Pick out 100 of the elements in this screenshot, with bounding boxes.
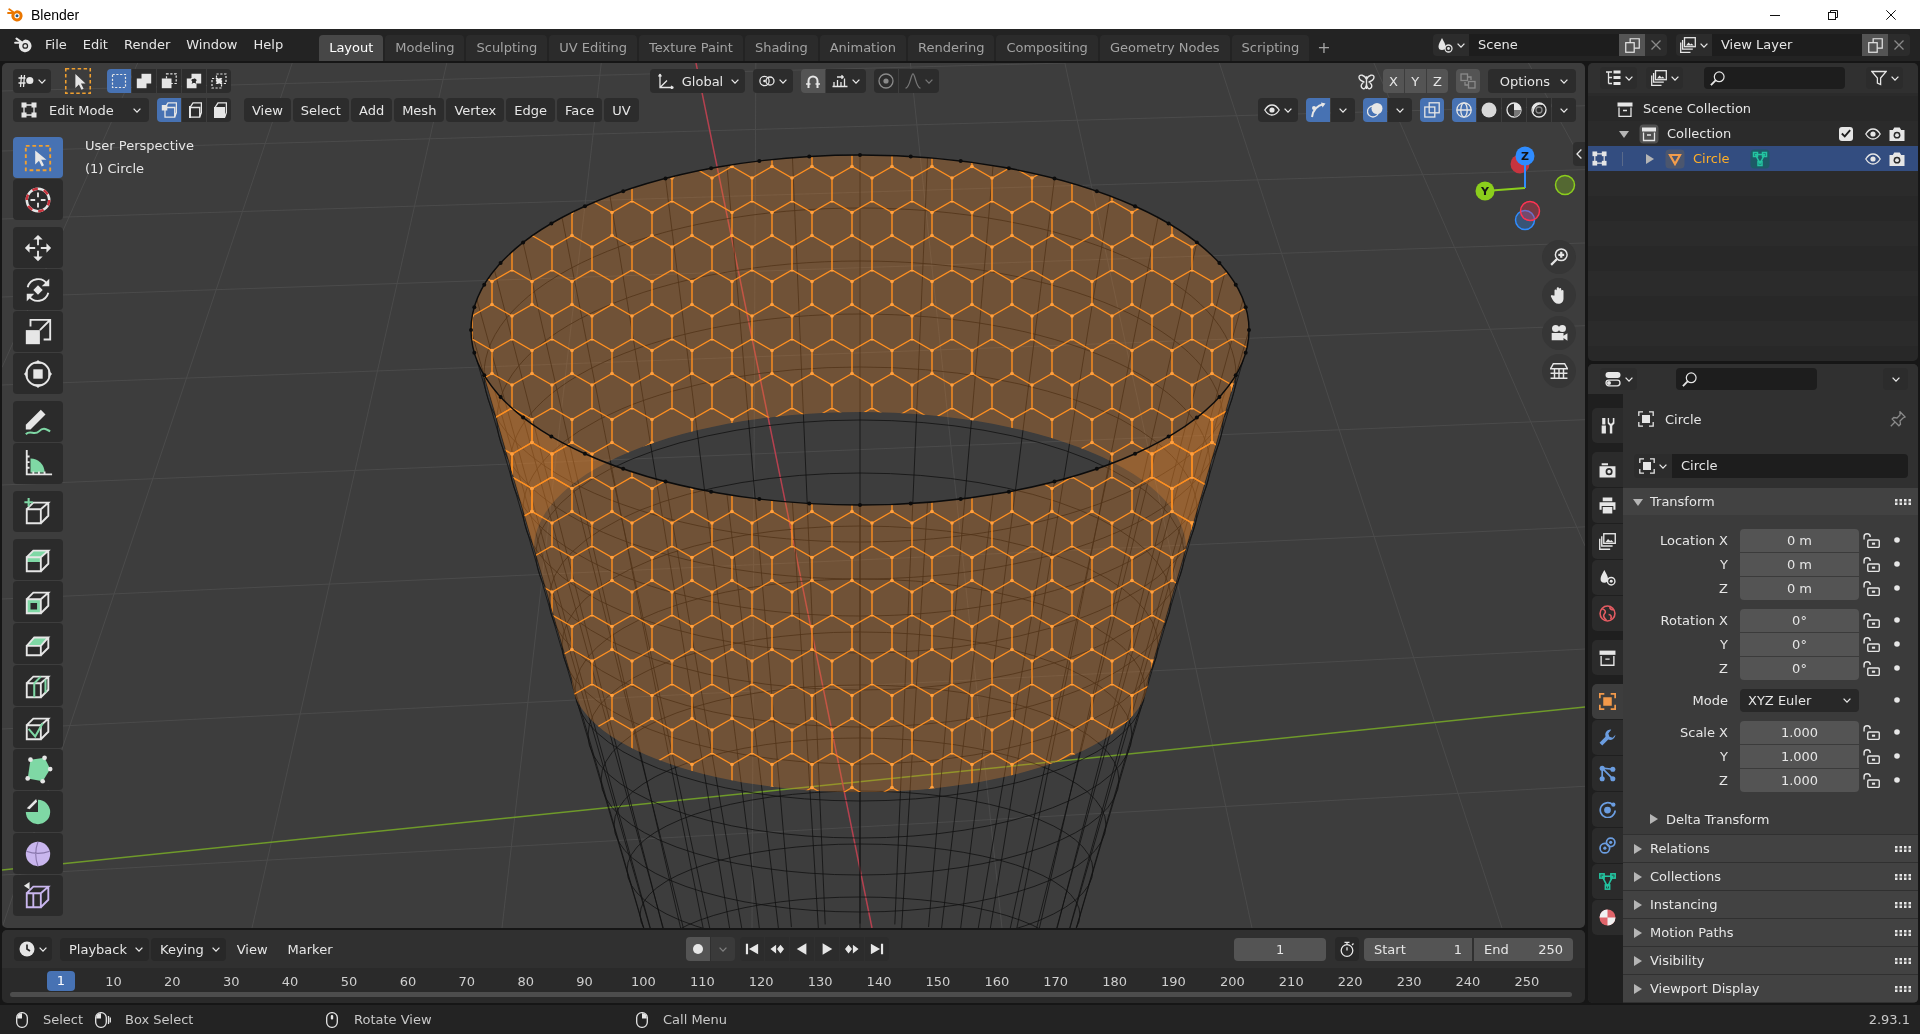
menu-dropdown[interactable]: Keying	[151, 937, 226, 961]
view-layer-selector[interactable]	[1676, 34, 1712, 56]
keyframe-dot-icon[interactable]	[1894, 665, 1900, 671]
falloff-dropdown[interactable]	[899, 69, 940, 93]
properties-tab[interactable]	[1592, 900, 1623, 935]
panel-header[interactable]: Motion Paths	[1623, 919, 1918, 946]
remove-view-layer-button[interactable]	[1888, 34, 1910, 56]
lock-icon[interactable]	[1862, 748, 1880, 764]
playback-button[interactable]	[865, 937, 890, 961]
lock-icon[interactable]	[1862, 580, 1880, 596]
filter-dropdown[interactable]	[1866, 67, 1903, 89]
xray-toggle[interactable]	[1420, 98, 1444, 122]
menu-item[interactable]: Render	[115, 33, 179, 57]
axis-handle[interactable]: Z	[1515, 146, 1535, 166]
subpanel-header[interactable]: Delta Transform	[1623, 806, 1918, 832]
selection-mode-button[interactable]	[157, 69, 181, 93]
menu-button[interactable]: Mesh	[394, 98, 445, 122]
start-frame-field[interactable]: Start 1	[1364, 937, 1472, 961]
tool-button[interactable]	[13, 875, 63, 916]
options-dropdown[interactable]	[1883, 368, 1908, 390]
lock-icon[interactable]	[1862, 772, 1880, 788]
outliner-row[interactable]: Scene Collection	[1588, 96, 1918, 121]
camera-icon[interactable]	[1889, 125, 1905, 142]
dropdown-field[interactable]: XYZ Euler	[1740, 688, 1859, 712]
menu-item[interactable]: Window	[178, 33, 246, 57]
tool-button[interactable]	[13, 179, 63, 220]
properties-tab[interactable]	[1592, 792, 1623, 827]
search-field[interactable]	[1704, 67, 1845, 89]
playhead[interactable]: 1	[47, 971, 75, 991]
menu-item[interactable]: Help	[245, 33, 292, 57]
workspace-tab[interactable]: Shading	[744, 35, 818, 61]
menu-dropdown[interactable]: Playback	[60, 937, 149, 961]
selection-mode-button[interactable]	[207, 69, 231, 93]
menu-button[interactable]: View	[244, 98, 291, 122]
pivot-dropdown[interactable]	[753, 69, 794, 93]
workspace-tab[interactable]: Modeling	[385, 35, 465, 61]
new-scene-button[interactable]	[1619, 34, 1645, 56]
mirror-axis-toggle[interactable]: Y	[1404, 69, 1426, 93]
menu-button[interactable]: Add	[350, 98, 393, 122]
remove-scene-button[interactable]	[1645, 34, 1667, 56]
number-field[interactable]: 0°	[1740, 632, 1859, 656]
shading-mode-button[interactable]	[1502, 98, 1526, 122]
scene-selector[interactable]	[1433, 34, 1469, 56]
workspace-tab[interactable]: UV Editing	[549, 35, 637, 61]
tool-button[interactable]	[13, 707, 63, 748]
snap-toggle[interactable]	[801, 69, 826, 93]
gizmo-dropdown[interactable]	[1331, 98, 1355, 122]
keyframe-dot-icon[interactable]	[1894, 729, 1900, 735]
select-mode-button[interactable]	[207, 98, 231, 122]
axis-handle[interactable]: Y	[1475, 181, 1495, 201]
current-frame-field[interactable]: 1	[1234, 937, 1326, 961]
properties-tab[interactable]	[1592, 640, 1623, 675]
add-workspace-button[interactable]: +	[1311, 35, 1337, 61]
keyframe-dot-icon[interactable]	[1894, 585, 1900, 591]
projection-button[interactable]	[1542, 354, 1576, 388]
lock-icon[interactable]	[1862, 636, 1880, 652]
workspace-tab[interactable]: Rendering	[908, 35, 995, 61]
new-view-layer-button[interactable]	[1862, 34, 1888, 56]
view-layer-name-field[interactable]: View Layer	[1712, 34, 1862, 56]
workspace-tab[interactable]: Layout	[319, 35, 384, 61]
workspace-tab[interactable]: Texture Paint	[639, 35, 743, 61]
keyframe-dot-icon[interactable]	[1894, 641, 1900, 647]
keyframe-dot-icon[interactable]	[1894, 537, 1900, 543]
playback-button[interactable]	[765, 937, 790, 961]
sidebar-toggle[interactable]	[1573, 142, 1585, 166]
disclosure-triangle-icon[interactable]	[1645, 153, 1655, 164]
properties-tab[interactable]	[1592, 524, 1623, 559]
workspace-tab[interactable]: Scripting	[1231, 35, 1310, 61]
workspace-tab[interactable]: Animation	[819, 35, 906, 61]
tool-button[interactable]	[13, 539, 63, 580]
tool-button[interactable]	[13, 227, 63, 268]
panel-header[interactable]: Instancing	[1623, 891, 1918, 918]
pin-icon[interactable]	[1890, 411, 1906, 427]
properties-tab[interactable]	[1592, 452, 1623, 487]
scene-name-field[interactable]: Scene	[1469, 34, 1619, 56]
menu-button[interactable]: Vertex	[446, 98, 505, 122]
keyframe-dot-icon[interactable]	[1894, 753, 1900, 759]
proportional-edit-toggle[interactable]	[874, 69, 899, 93]
menu-item[interactable]: Edit	[74, 33, 116, 57]
display-mode-dropdown[interactable]	[1646, 67, 1683, 89]
editor-type-dropdown[interactable]	[1600, 368, 1637, 390]
tool-button[interactable]	[13, 623, 63, 664]
eye-icon[interactable]	[1865, 150, 1881, 167]
menu-item[interactable]: File	[37, 33, 75, 57]
disclosure-triangle-icon[interactable]	[1619, 128, 1629, 139]
number-field[interactable]: 0°	[1740, 608, 1859, 632]
workspace-tab[interactable]: Compositing	[996, 35, 1098, 61]
visibility-dropdown[interactable]	[1258, 98, 1298, 122]
axis-handle[interactable]	[1519, 200, 1541, 222]
panel-header[interactable]: Viewport Display	[1623, 975, 1918, 1002]
workspace-tab[interactable]: Sculpting	[466, 35, 548, 61]
object-type-dropdown[interactable]	[1634, 454, 1672, 478]
tool-button[interactable]	[13, 401, 63, 442]
outliner-row[interactable]: Collection	[1588, 121, 1918, 146]
menu-item[interactable]: View	[227, 937, 277, 961]
search-field[interactable]	[1676, 368, 1817, 390]
axis-handle[interactable]	[1514, 209, 1536, 231]
timeline-scrollbar[interactable]	[10, 992, 1572, 997]
keyframe-dot-icon[interactable]	[1894, 617, 1900, 623]
panel-header[interactable]: Transform	[1623, 488, 1918, 515]
